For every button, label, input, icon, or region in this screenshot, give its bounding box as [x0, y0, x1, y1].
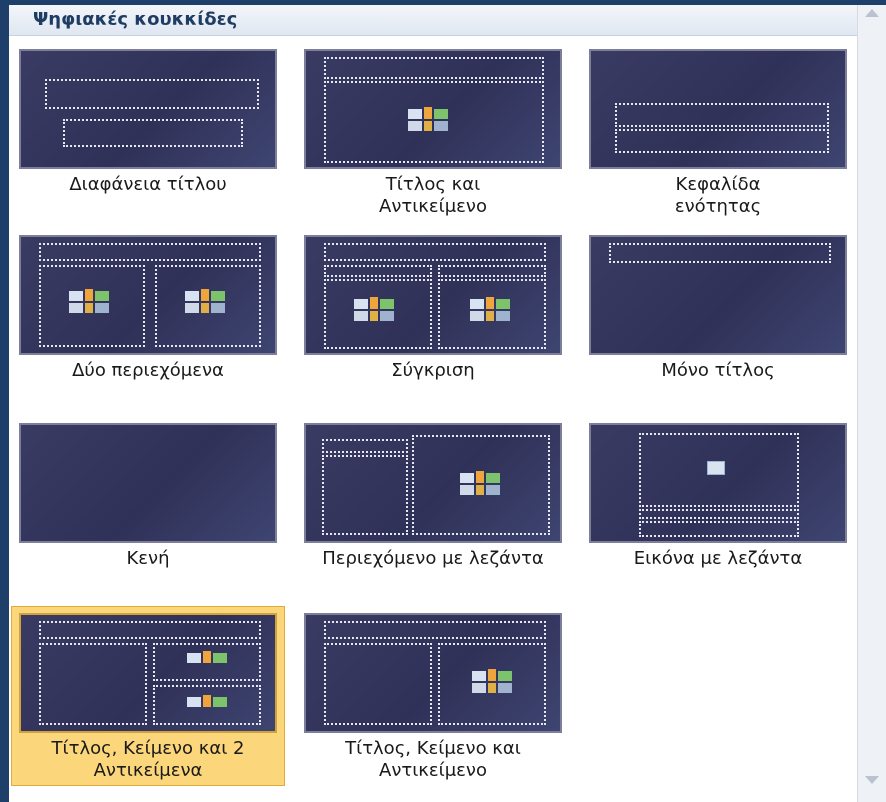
layout-title-text-two-objects[interactable]: Τίτλος, Κείμενο και 2 Αντικείμενα [11, 606, 285, 786]
layout-blank[interactable]: Κενή [11, 416, 285, 571]
layout-label: Περιεχόμενο με λεζάντα [322, 548, 544, 569]
layout-thumbnail [19, 613, 277, 733]
scroll-up-arrow-icon[interactable] [865, 9, 879, 17]
content-icon [69, 289, 115, 317]
layout-label: Τίτλος, Κείμενο και Αντικείμενο [345, 738, 521, 781]
window-frame-left [0, 0, 9, 802]
layout-title-and-content[interactable]: Τίτλος και Αντικείμενο [296, 42, 570, 219]
layout-title-only[interactable]: Μόνο τίτλος [581, 228, 855, 383]
layout-label: Κεφαλίδα ενότητας [674, 174, 762, 217]
content-icon [460, 471, 506, 499]
layout-label: Δύο περιεχόμενα [72, 360, 224, 381]
content-icon [187, 695, 233, 723]
layout-thumbnail [19, 423, 277, 543]
layout-comparison[interactable]: Σύγκριση [296, 228, 570, 383]
layout-thumbnail [589, 49, 847, 169]
vertical-scrollbar[interactable] [857, 5, 886, 802]
picture-icon [707, 461, 725, 475]
content-icon [354, 297, 400, 325]
layout-thumbnail [304, 613, 562, 733]
content-icon [185, 289, 231, 317]
theme-name: Ψηφιακές κουκκίδες [33, 9, 238, 30]
layout-thumbnail [304, 235, 562, 355]
content-icon [470, 297, 516, 325]
gallery-header: Ψηφιακές κουκκίδες [9, 5, 857, 36]
content-icon [187, 651, 233, 679]
layout-title-text-object[interactable]: Τίτλος, Κείμενο και Αντικείμενο [296, 606, 570, 783]
layout-thumbnail [589, 423, 847, 543]
layout-two-content[interactable]: Δύο περιεχόμενα [11, 228, 285, 383]
layout-label: Κενή [126, 548, 170, 569]
layout-thumbnail [19, 235, 277, 355]
scroll-down-arrow-icon[interactable] [865, 776, 879, 784]
content-icon [472, 669, 518, 697]
layout-content-with-caption[interactable]: Περιεχόμενο με λεζάντα [296, 416, 570, 571]
layout-title-slide[interactable]: Διαφάνεια τίτλου [11, 42, 285, 197]
content-icon [408, 107, 454, 135]
layout-section-header[interactable]: Κεφαλίδα ενότητας [581, 42, 855, 219]
layout-thumbnail [19, 49, 277, 169]
layout-label: Τίτλος, Κείμενο και 2 Αντικείμενα [51, 738, 245, 781]
layout-thumbnail [589, 235, 847, 355]
layout-thumbnail [304, 423, 562, 543]
layout-label: Τίτλος και Αντικείμενο [379, 174, 487, 217]
layout-label: Σύγκριση [391, 360, 475, 381]
layout-label: Εικόνα με λεζάντα [633, 548, 803, 569]
layout-picture-with-caption[interactable]: Εικόνα με λεζάντα [581, 416, 855, 571]
layout-label: Διαφάνεια τίτλου [69, 174, 227, 195]
layout-label: Μόνο τίτλος [661, 360, 775, 381]
layout-gallery: Διαφάνεια τίτλου Τίτλος και Αντικείμενο [9, 36, 857, 802]
layout-thumbnail [304, 49, 562, 169]
